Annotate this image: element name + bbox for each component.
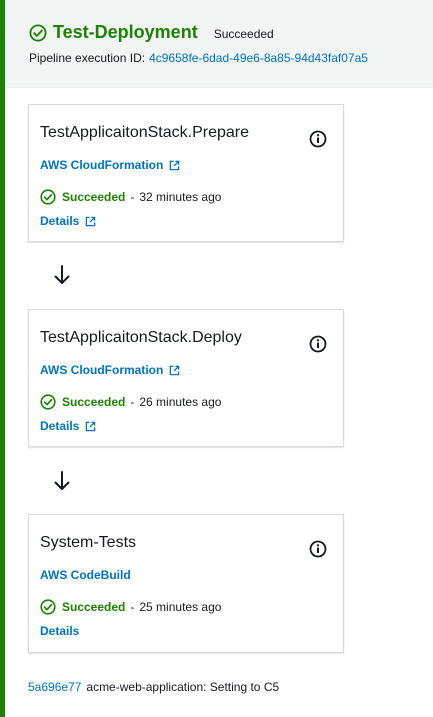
action-time: 26 minutes ago xyxy=(139,395,222,409)
action-time: 25 minutes ago xyxy=(139,600,222,614)
info-circle-icon[interactable] xyxy=(309,540,327,558)
check-circle-icon xyxy=(29,24,47,41)
external-link-icon xyxy=(170,365,180,375)
external-link-icon xyxy=(86,216,96,226)
pipeline-execution-row: Pipeline execution ID: 4c9658fe-6dad-49e6… xyxy=(29,51,368,65)
action-time: 32 minutes ago xyxy=(139,190,222,204)
status-separator: - xyxy=(130,395,135,409)
details-label: Details xyxy=(40,624,80,638)
external-link-icon xyxy=(170,160,180,170)
arrow-down-icon xyxy=(54,265,70,284)
arrow-down-icon xyxy=(54,471,70,490)
action-provider-link[interactable]: AWS CodeBuild xyxy=(40,568,131,582)
details-label: Details xyxy=(40,214,80,228)
check-circle-icon xyxy=(40,599,56,615)
details-label: Details xyxy=(40,419,80,433)
info-circle-icon[interactable] xyxy=(309,335,327,353)
pipeline-execution-label: Pipeline execution ID: xyxy=(29,51,146,65)
source-commit-row: 5a696e77 acme-web-application: Setting to… xyxy=(28,680,279,694)
check-circle-icon xyxy=(40,394,56,410)
action-status-row: Succeeded - 26 minutes ago xyxy=(40,394,221,410)
details-link[interactable]: Details xyxy=(40,214,96,228)
action-name: TestApplicaitonStack.Prepare xyxy=(40,124,249,141)
action-provider-link[interactable]: AWS CloudFormation xyxy=(40,363,180,377)
check-circle-icon xyxy=(40,189,56,205)
action-status-row: Succeeded - 32 minutes ago xyxy=(40,189,221,205)
stage-status: Succeeded xyxy=(213,26,274,41)
pipeline-execution-id-link[interactable]: 4c9658fe-6dad-49e6-8a85-94d43faf07a5 xyxy=(149,51,368,65)
stage-title: Test-Deployment xyxy=(53,22,198,42)
action-status: Succeeded xyxy=(62,190,126,204)
action-provider-link[interactable]: AWS CloudFormation xyxy=(40,158,180,172)
details-link[interactable]: Details xyxy=(40,624,79,638)
details-link[interactable]: Details xyxy=(40,419,96,433)
status-separator: - xyxy=(130,600,135,614)
commit-id-link[interactable]: 5a696e77 xyxy=(28,680,81,694)
status-separator: - xyxy=(130,190,135,204)
external-link-icon xyxy=(86,421,96,431)
action-card: TestApplicaitonStack.Deploy AWS CloudFor… xyxy=(28,309,344,447)
action-name: System-Tests xyxy=(40,534,137,551)
action-status: Succeeded xyxy=(62,600,126,614)
provider-label: AWS CodeBuild xyxy=(40,568,131,582)
stage-title-row: Test-Deployment Succeeded xyxy=(29,22,274,43)
info-circle-icon[interactable] xyxy=(309,130,327,148)
action-status-row: Succeeded - 25 minutes ago xyxy=(40,599,221,615)
action-name: TestApplicaitonStack.Deploy xyxy=(40,329,242,346)
action-status: Succeeded xyxy=(62,395,126,409)
action-card: TestApplicaitonStack.Prepare AWS CloudFo… xyxy=(28,104,344,242)
stage-status-bar xyxy=(0,0,5,717)
commit-message: acme-web-application: Setting to C5 xyxy=(86,680,280,694)
stage-header: Test-Deployment Succeeded Pipeline execu… xyxy=(5,0,433,88)
action-card: System-Tests AWS CodeBuild Succeeded - 2… xyxy=(28,514,344,653)
provider-label: AWS CloudFormation xyxy=(40,363,164,377)
provider-label: AWS CloudFormation xyxy=(40,158,164,172)
